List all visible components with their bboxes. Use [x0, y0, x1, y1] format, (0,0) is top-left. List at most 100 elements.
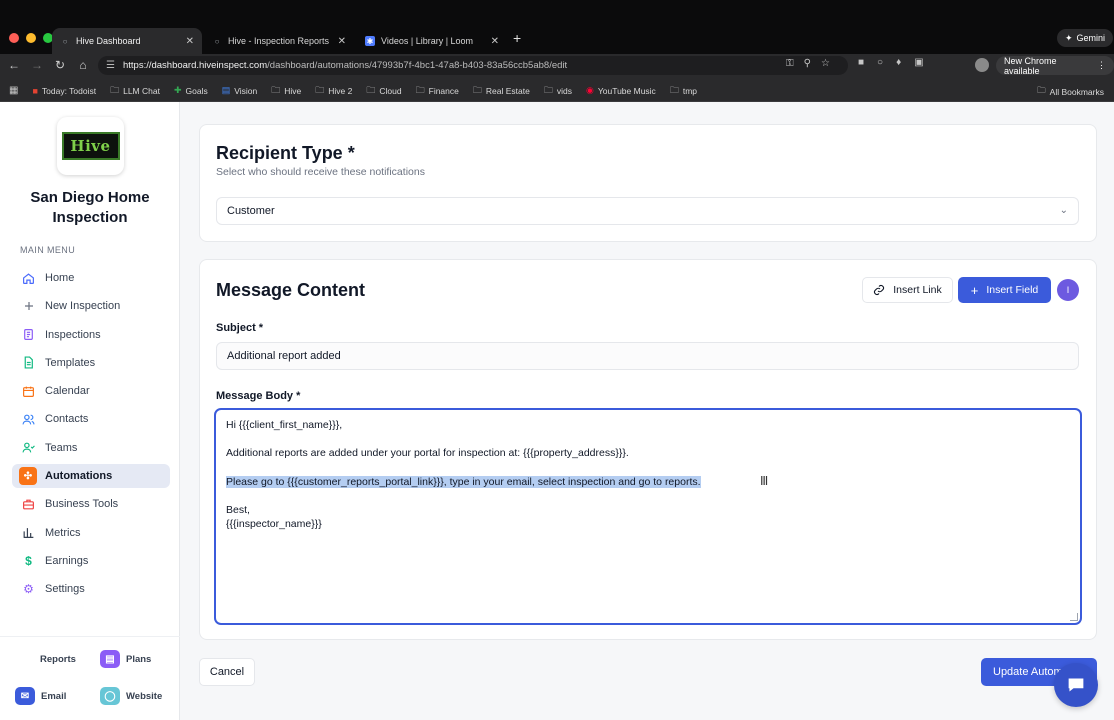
reports-link[interactable]: Reports	[40, 654, 76, 665]
subject-input[interactable]: Additional report added	[216, 342, 1079, 370]
address-bar[interactable]: ☰ https://dashboard.hiveinspect.com/dash…	[98, 56, 848, 75]
todoist-icon: ■	[32, 85, 38, 96]
insert-field-button[interactable]: + Insert Field	[958, 277, 1051, 303]
plans-icon: ▤	[100, 650, 120, 668]
puzzle-icon[interactable]: ♦	[896, 57, 901, 68]
clipboard-icon	[22, 328, 35, 341]
sidebar-item-templates[interactable]: Templates	[12, 351, 170, 375]
tab-inspection-reports[interactable]: ○ Hive - Inspection Reports ✕	[204, 28, 354, 54]
site-info-icon[interactable]: ☰	[106, 60, 115, 71]
tab-close-icon[interactable]: ✕	[338, 36, 346, 47]
main-menu-heading: MAIN MENU	[20, 245, 76, 255]
sidebar-item-metrics[interactable]: Metrics	[12, 521, 170, 545]
bookmark-llm-chat[interactable]: 🗀 LLM Chat	[110, 83, 160, 99]
profile-avatar[interactable]	[975, 58, 989, 72]
window-controls	[9, 33, 53, 43]
message-body-textarea[interactable]: Hi {{{client_first_name}}}, Additional r…	[214, 408, 1082, 625]
plans-link[interactable]: ▤ Plans	[100, 650, 151, 668]
sidebar-item-automations[interactable]: ✣ Automations	[12, 464, 170, 489]
recipient-type-value: Customer	[227, 205, 275, 217]
bookmark-vision[interactable]: ▤ Vision	[222, 85, 258, 96]
reports-label: Reports	[40, 654, 76, 665]
home-icon	[22, 272, 35, 285]
team-icon	[22, 441, 35, 454]
apps-grid-icon[interactable]: ▦	[9, 85, 18, 96]
close-window-button[interactable]	[9, 33, 19, 43]
gemini-button[interactable]: ✦ Gemini	[1057, 29, 1114, 47]
body-line	[226, 461, 1070, 475]
bookmark-hive-2[interactable]: 🗀 Hive 2	[315, 83, 352, 99]
goals-icon: ✚	[173, 85, 182, 95]
sidebar-item-business-tools[interactable]: Business Tools	[12, 492, 170, 516]
bookmark-hive[interactable]: 🗀 Hive	[271, 83, 301, 99]
sidebar-item-label: Settings	[45, 583, 85, 596]
key-icon[interactable]: ⚿	[786, 58, 794, 69]
bookmark-cloud[interactable]: 🗀 Cloud	[366, 83, 401, 99]
sidebar-item-label: Earnings	[45, 554, 89, 567]
home-browser-icon[interactable]: ⌂	[74, 56, 92, 74]
sidebar-item-inspections[interactable]: Inspections	[12, 323, 170, 347]
reload-icon[interactable]: ↻	[51, 56, 69, 74]
tab-loom-videos[interactable]: ✱ Videos | Library | Loom ✕	[357, 28, 507, 54]
docs-icon: ▤	[221, 85, 231, 95]
bookmark-todoist[interactable]: ■ Today: Todoist	[32, 86, 96, 96]
new-chrome-available-button[interactable]: New Chrome available ⋮	[996, 55, 1114, 76]
zoom-icon[interactable]: ⚲	[804, 58, 811, 69]
folder-icon: 🗀	[472, 84, 482, 95]
sidebar-item-settings[interactable]: ⚙ Settings	[12, 577, 170, 601]
sidebar-item-earnings[interactable]: $ Earnings	[12, 549, 170, 573]
extension-icon[interactable]: ■	[858, 57, 864, 68]
sidebar-item-new-inspection[interactable]: New Inspection	[12, 294, 170, 318]
tab-favicon-icon: ○	[62, 36, 68, 46]
support-chat-button[interactable]	[1054, 663, 1098, 707]
sidebar-item-teams[interactable]: Teams	[12, 436, 170, 460]
tab-label: Videos | Library | Loom	[381, 36, 474, 46]
recipient-type-subtitle: Select who should receive these notifica…	[216, 166, 425, 178]
extension-icons: ■ ○ ♦ ▣	[858, 57, 924, 68]
company-logo[interactable]: Hive	[57, 117, 124, 175]
sidebar-item-calendar[interactable]: Calendar	[12, 379, 170, 403]
sidebar-item-contacts[interactable]: Contacts	[12, 407, 170, 431]
bookmark-youtube-music[interactable]: ◉ YouTube Music	[586, 85, 656, 96]
insert-field-label: Insert Field	[986, 284, 1039, 296]
chevron-down-icon: ⌄	[1059, 205, 1068, 216]
forward-icon[interactable]: →	[28, 56, 46, 74]
new-tab-button[interactable]: +	[513, 30, 521, 46]
recipient-type-select[interactable]: Customer ⌄	[216, 197, 1079, 225]
message-content-title: Message Content	[216, 280, 366, 300]
users-icon	[22, 413, 35, 426]
minimize-window-button[interactable]	[26, 33, 36, 43]
bookmark-vids[interactable]: 🗀 vids	[544, 83, 572, 99]
update-automation-label: Update Autom	[993, 666, 1063, 678]
folder-icon: 🗀	[669, 84, 679, 95]
bookmark-star-icon[interactable]: ☆	[821, 58, 830, 69]
bookmark-finance[interactable]: 🗀 Finance	[416, 83, 459, 99]
sidebar-item-label: Calendar	[45, 385, 90, 398]
tab-close-icon[interactable]: ✕	[186, 36, 194, 47]
bookmark-real-estate[interactable]: 🗀 Real Estate	[473, 83, 530, 99]
briefcase-icon	[22, 498, 35, 511]
back-icon[interactable]: ←	[5, 56, 23, 74]
globe-icon: ◯	[100, 687, 120, 705]
user-avatar[interactable]: I	[1057, 279, 1079, 301]
bookmark-goals[interactable]: ✚ Goals	[174, 85, 208, 96]
search-lens-icon[interactable]: ○	[877, 57, 883, 68]
tab-close-icon[interactable]: ✕	[491, 36, 499, 47]
new-chrome-label: New Chrome available	[1004, 55, 1057, 76]
sidebar-item-label: Inspections	[45, 328, 101, 341]
bookmark-tmp[interactable]: 🗀 tmp	[670, 83, 697, 99]
gemini-label: Gemini	[1076, 33, 1106, 43]
sidebar-item-label: Metrics	[45, 526, 81, 539]
tab-hive-dashboard[interactable]: ○ Hive Dashboard ✕	[52, 28, 202, 54]
email-link[interactable]: ✉ Email	[15, 687, 66, 705]
insert-link-button[interactable]: Insert Link	[862, 277, 953, 303]
all-bookmarks[interactable]: 🗀 All Bookmarks	[1037, 85, 1104, 99]
kebab-menu-icon[interactable]: ⋮	[1097, 60, 1106, 71]
browser-titlebar	[0, 0, 1114, 28]
sidepanel-icon[interactable]: ▣	[914, 57, 923, 68]
website-link[interactable]: ◯ Website	[100, 687, 162, 705]
sidebar-item-home[interactable]: Home	[12, 266, 170, 290]
resize-handle[interactable]	[1070, 613, 1078, 621]
message-body-label: Message Body *	[216, 390, 301, 402]
cancel-button[interactable]: Cancel	[199, 658, 255, 686]
